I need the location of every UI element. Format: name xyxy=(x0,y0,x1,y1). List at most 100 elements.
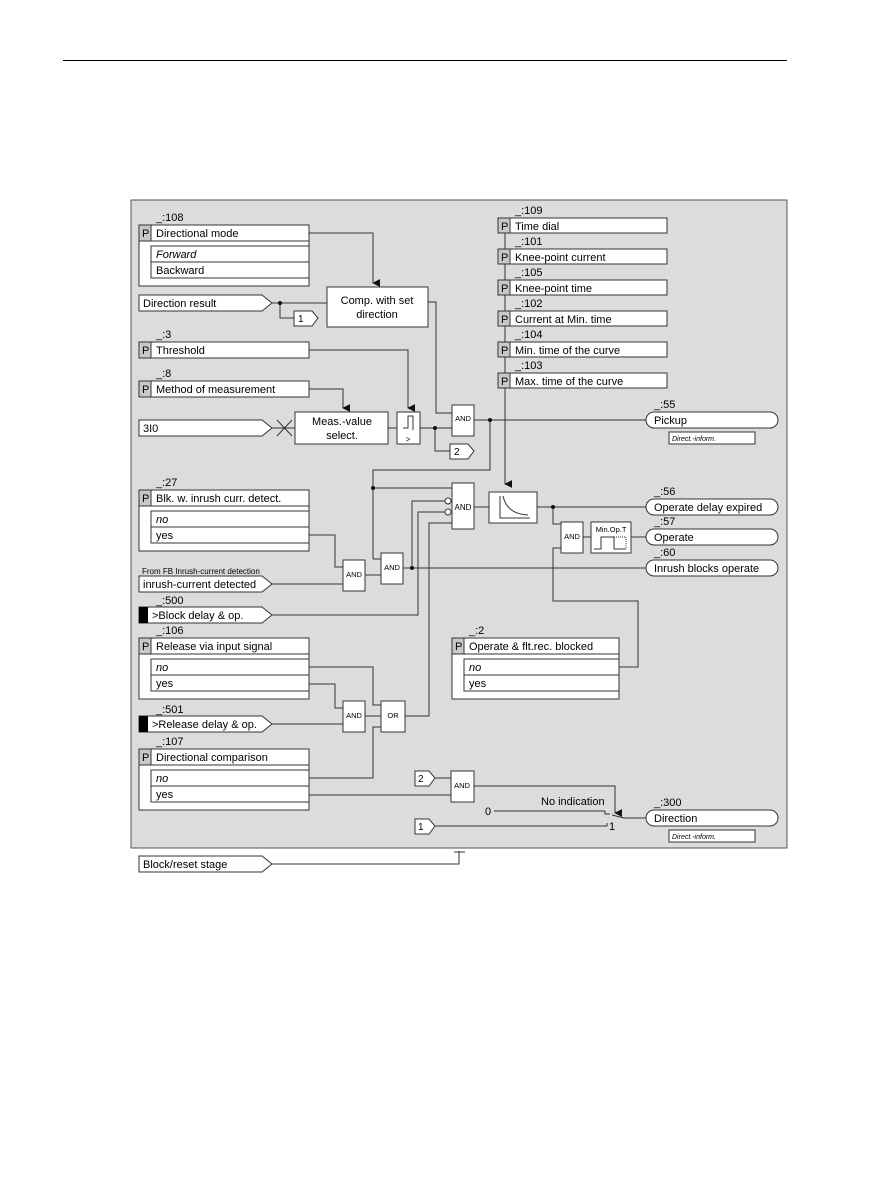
svg-text:select.: select. xyxy=(326,430,358,442)
param-id: _:108 xyxy=(155,212,184,224)
param-tag: P xyxy=(142,641,149,653)
inverse-time-curve-block xyxy=(488,491,538,524)
param-option xyxy=(150,526,310,544)
param-option xyxy=(150,658,310,676)
param-option-label: yes xyxy=(156,530,174,542)
curve-param-name: Time dial xyxy=(515,221,559,233)
or-gate-release: OR xyxy=(380,700,406,733)
block-delay-id: _:500 xyxy=(155,595,184,607)
block-reset-label: Block/reset stage xyxy=(143,859,227,871)
param-option-label: no xyxy=(156,514,168,526)
param-option xyxy=(150,785,310,803)
curve-param-id: _:105 xyxy=(514,267,543,279)
param-id: _:107 xyxy=(155,736,184,748)
svg-text:AND: AND xyxy=(384,563,400,572)
curve-param-tag: P xyxy=(501,314,508,326)
curve-param-tag: P xyxy=(501,221,508,233)
output-id: _:56 xyxy=(653,486,675,498)
svg-text:>: > xyxy=(406,435,411,444)
svg-text:AND: AND xyxy=(455,414,471,423)
param-id: _:2 xyxy=(468,625,484,637)
svg-text:AND: AND xyxy=(346,570,362,579)
switch-pos-0: 0 xyxy=(485,806,491,818)
param-name: Directional mode xyxy=(156,228,239,240)
param-name: Threshold xyxy=(156,345,205,357)
output-id: _:60 xyxy=(653,547,675,559)
curve-param-name: Max. time of the curve xyxy=(515,376,623,388)
input-3i0: 3I0 xyxy=(138,419,273,437)
and-gate-inrush-1: AND xyxy=(342,559,366,592)
output-name: Pickup xyxy=(654,415,687,427)
param-name: Release via input signal xyxy=(156,641,272,653)
direct-inform-label: Direct.-inform. xyxy=(672,834,716,841)
and-gate-pickup: AND xyxy=(451,404,475,437)
direction-result-label: Direction result xyxy=(143,298,216,310)
svg-text:2: 2 xyxy=(418,774,424,785)
param-option xyxy=(150,769,310,787)
param-name: Directional comparison xyxy=(156,752,268,764)
param-option-label: yes xyxy=(156,678,174,690)
param-option xyxy=(463,658,620,676)
svg-text:1: 1 xyxy=(298,314,304,325)
i3i0-label: 3I0 xyxy=(143,423,158,435)
curve-param-tag: P xyxy=(501,283,508,295)
and-gate-operate: AND xyxy=(560,521,584,554)
min-op-time-block: Min.Op.T xyxy=(590,521,632,554)
output-name: Operate xyxy=(654,532,694,544)
param-option-label: no xyxy=(469,662,481,674)
param-tag: P xyxy=(142,752,149,764)
curve-param-id: _:104 xyxy=(514,329,543,341)
logic-diagram: _:108 P Directional mode Forward Backward _:3… xyxy=(130,199,788,873)
release-delay-id: _:501 xyxy=(155,704,184,716)
param-option-label: yes xyxy=(469,678,487,690)
param-option-label: no xyxy=(156,773,168,785)
param-option-label: Backward xyxy=(156,265,204,277)
param-tag: P xyxy=(142,345,149,357)
svg-text:1: 1 xyxy=(418,822,424,833)
inrush-caption: From FB Inrush-current detection xyxy=(142,567,260,576)
and-gate-release: AND xyxy=(342,700,366,733)
meas-value-select-block: Meas.-value select. xyxy=(294,411,389,445)
param-id: _:3 xyxy=(155,329,171,341)
param-option-label: yes xyxy=(156,789,174,801)
switch-no-indication-label: No indication xyxy=(541,796,605,808)
curve-param-id: _:103 xyxy=(514,360,543,372)
direct-inform-label: Direct.-inform. xyxy=(672,436,716,443)
param-name: Operate & flt.rec. blocked xyxy=(469,641,593,653)
curve-param-tag: P xyxy=(501,345,508,357)
output-name: Direction xyxy=(654,813,697,825)
block-delay-label: >Block delay & op. xyxy=(152,610,243,622)
curve-param-tag: P xyxy=(501,252,508,264)
param-option-label: Forward xyxy=(156,249,197,261)
output-name: Inrush blocks operate xyxy=(654,563,759,575)
param-tag: P xyxy=(142,228,149,240)
curve-param-tag: P xyxy=(501,376,508,388)
param-option xyxy=(463,674,620,692)
svg-text:Comp. with set: Comp. with set xyxy=(341,295,414,307)
svg-text:Min.Op.T: Min.Op.T xyxy=(596,525,627,534)
svg-text:direction: direction xyxy=(356,309,398,321)
param-option xyxy=(150,510,310,528)
param-id: _:27 xyxy=(155,477,177,489)
release-delay-label: >Release delay & op. xyxy=(152,719,257,731)
output-name: Operate delay expired xyxy=(654,502,762,514)
inrush-label: inrush-current detected xyxy=(143,579,256,591)
curve-param-name: Knee-point current xyxy=(515,252,606,264)
output-id: _:57 xyxy=(653,516,675,528)
and-gate-inrush-2: AND xyxy=(380,552,404,585)
svg-text:AND: AND xyxy=(454,781,470,790)
param-option xyxy=(150,674,310,692)
input-block-delay: >Block delay & op. xyxy=(138,606,273,624)
and-gate-direction: AND xyxy=(450,770,475,803)
curve-param-name: Knee-point time xyxy=(515,283,592,295)
curve-param-name: Current at Min. time xyxy=(515,314,612,326)
svg-text:OR: OR xyxy=(387,711,399,720)
param-id: _:8 xyxy=(155,368,171,380)
param-tag: P xyxy=(455,641,462,653)
param-name: Blk. w. inrush curr. detect. xyxy=(156,493,281,505)
curve-param-name: Min. time of the curve xyxy=(515,345,620,357)
input-direction-result: Direction result xyxy=(138,294,273,312)
svg-text:Meas.-value: Meas.-value xyxy=(312,416,372,428)
svg-text:2: 2 xyxy=(454,447,460,458)
param-id: _:106 xyxy=(155,625,184,637)
